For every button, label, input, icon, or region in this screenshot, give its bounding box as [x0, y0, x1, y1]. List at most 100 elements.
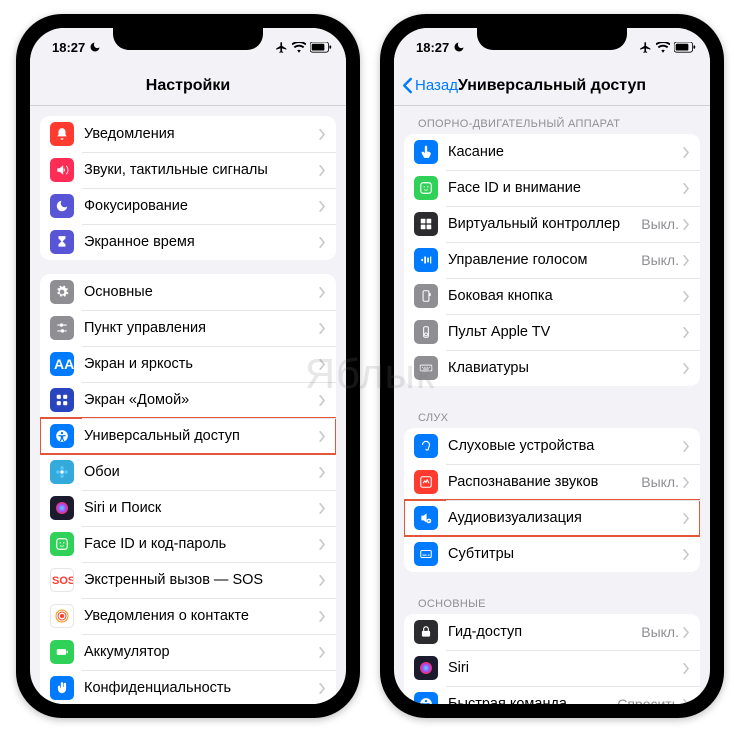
kb-icon [414, 356, 438, 380]
ear-icon [414, 434, 438, 458]
row-label: Пульт Apple TV [448, 324, 683, 340]
settings-row[interactable]: Гид-доступВыкл. [404, 614, 700, 650]
nav-bar: Настройки [30, 66, 346, 106]
row-label: Конфиденциальность [84, 680, 319, 696]
gear-icon [50, 280, 74, 304]
row-label: Экстренный вызов — SOS [84, 572, 319, 588]
settings-row[interactable]: Уведомления о контакте [40, 598, 336, 634]
settings-row[interactable]: Siri и Поиск [40, 490, 336, 526]
lock-icon [414, 620, 438, 644]
row-label: Слуховые устройства [448, 438, 683, 454]
row-value: Выкл. [641, 624, 679, 640]
settings-row[interactable]: SOSЭкстренный вызов — SOS [40, 562, 336, 598]
chevron-right-icon [319, 201, 326, 212]
settings-row[interactable]: Экранное время [40, 224, 336, 260]
settings-row[interactable]: Уведомления [40, 116, 336, 152]
contact-icon [50, 604, 74, 628]
row-label: Face ID и код-пароль [84, 536, 319, 552]
nav-title: Универсальный доступ [458, 77, 646, 95]
ctrl-icon [414, 212, 438, 236]
settings-row[interactable]: Универсальный доступ [40, 418, 336, 454]
settings-row[interactable]: Face ID и внимание [404, 170, 700, 206]
section-header: Опорно-двигательный аппарат [404, 106, 700, 134]
row-label: Экран «Домой» [84, 392, 319, 408]
speaker-icon [50, 158, 74, 182]
settings-row[interactable]: Siri [404, 650, 700, 686]
chevron-right-icon [319, 359, 326, 370]
svg-text:AA: AA [54, 356, 74, 372]
settings-row[interactable]: Аккумулятор [40, 634, 336, 670]
settings-row[interactable]: Аудиовизуализация [404, 500, 700, 536]
settings-row[interactable]: Слуховые устройства [404, 428, 700, 464]
chevron-right-icon [683, 441, 690, 452]
row-label: Face ID и внимание [448, 180, 683, 196]
wifi-icon [292, 42, 306, 53]
settings-row[interactable]: AAЭкран и яркость [40, 346, 336, 382]
row-label: Пункт управления [84, 320, 319, 336]
chevron-right-icon [319, 237, 326, 248]
row-label: Универсальный доступ [84, 428, 319, 444]
section-header: Основные [404, 586, 700, 614]
settings-row[interactable]: Пульт Apple TV [404, 314, 700, 350]
chevron-right-icon [319, 575, 326, 586]
chevron-right-icon [683, 477, 690, 488]
hourglass-icon [50, 230, 74, 254]
row-label: Уведомления о контакте [84, 608, 319, 624]
settings-group: Касание Face ID и внимание Виртуальный кон… [404, 134, 700, 386]
chevron-right-icon [683, 147, 690, 158]
settings-row[interactable]: Распознавание звуковВыкл. [404, 464, 700, 500]
settings-row[interactable]: Звуки, тактильные сигналы [40, 152, 336, 188]
settings-row[interactable]: Обои [40, 454, 336, 490]
settings-row[interactable]: Конфиденциальность [40, 670, 336, 704]
chevron-right-icon [683, 363, 690, 374]
back-label: Назад [415, 77, 458, 94]
chevron-right-icon [683, 699, 690, 705]
moon-icon [50, 194, 74, 218]
bell-icon [50, 122, 74, 146]
chevron-right-icon [319, 503, 326, 514]
side-icon [414, 284, 438, 308]
row-label: Siri [448, 660, 683, 676]
chevron-right-icon [319, 287, 326, 298]
settings-row[interactable]: Фокусирование [40, 188, 336, 224]
phone-right: 18:27 Назад Универсальный доступ [380, 14, 724, 718]
settings-row[interactable]: Быстрая командаСпросить [404, 686, 700, 704]
face-icon [50, 532, 74, 556]
settings-row[interactable]: Субтитры [404, 536, 700, 572]
settings-group: Гид-доступВыкл. Siri Быстрая командаСпроси… [404, 614, 700, 704]
settings-row[interactable]: Боковая кнопка [404, 278, 700, 314]
settings-row[interactable]: Виртуальный контроллерВыкл. [404, 206, 700, 242]
face-icon [414, 176, 438, 200]
settings-row[interactable]: Основные [40, 274, 336, 310]
chevron-right-icon [319, 323, 326, 334]
chevron-right-icon [683, 663, 690, 674]
access-icon [414, 692, 438, 704]
chevron-right-icon [319, 611, 326, 622]
row-label: Гид-доступ [448, 624, 641, 640]
settings-row[interactable]: Управление голосомВыкл. [404, 242, 700, 278]
aa-icon: AA [50, 352, 74, 376]
av-icon [414, 506, 438, 530]
moon-icon [453, 41, 465, 53]
settings-row[interactable]: Экран «Домой» [40, 382, 336, 418]
hand-icon [50, 676, 74, 700]
chevron-right-icon [319, 129, 326, 140]
moon-icon [89, 41, 101, 53]
nav-title: Настройки [146, 77, 230, 95]
back-button[interactable]: Назад [402, 77, 458, 94]
settings-row[interactable]: Face ID и код-пароль [40, 526, 336, 562]
settings-row[interactable]: Пункт управления [40, 310, 336, 346]
settings-row[interactable]: Касание [404, 134, 700, 170]
airplane-icon [275, 41, 288, 54]
row-label: Siri и Поиск [84, 500, 319, 516]
section-header: Слух [404, 400, 700, 428]
flower-icon [50, 460, 74, 484]
notch [113, 28, 263, 50]
settings-group: Основные Пункт управления AAЭкран и яркост… [40, 274, 336, 704]
wifi-icon [656, 42, 670, 53]
chevron-right-icon [683, 255, 690, 266]
row-label: Звуки, тактильные сигналы [84, 162, 319, 178]
settings-row[interactable]: Клавиатуры [404, 350, 700, 386]
battery-icon [674, 42, 696, 53]
row-label: Обои [84, 464, 319, 480]
